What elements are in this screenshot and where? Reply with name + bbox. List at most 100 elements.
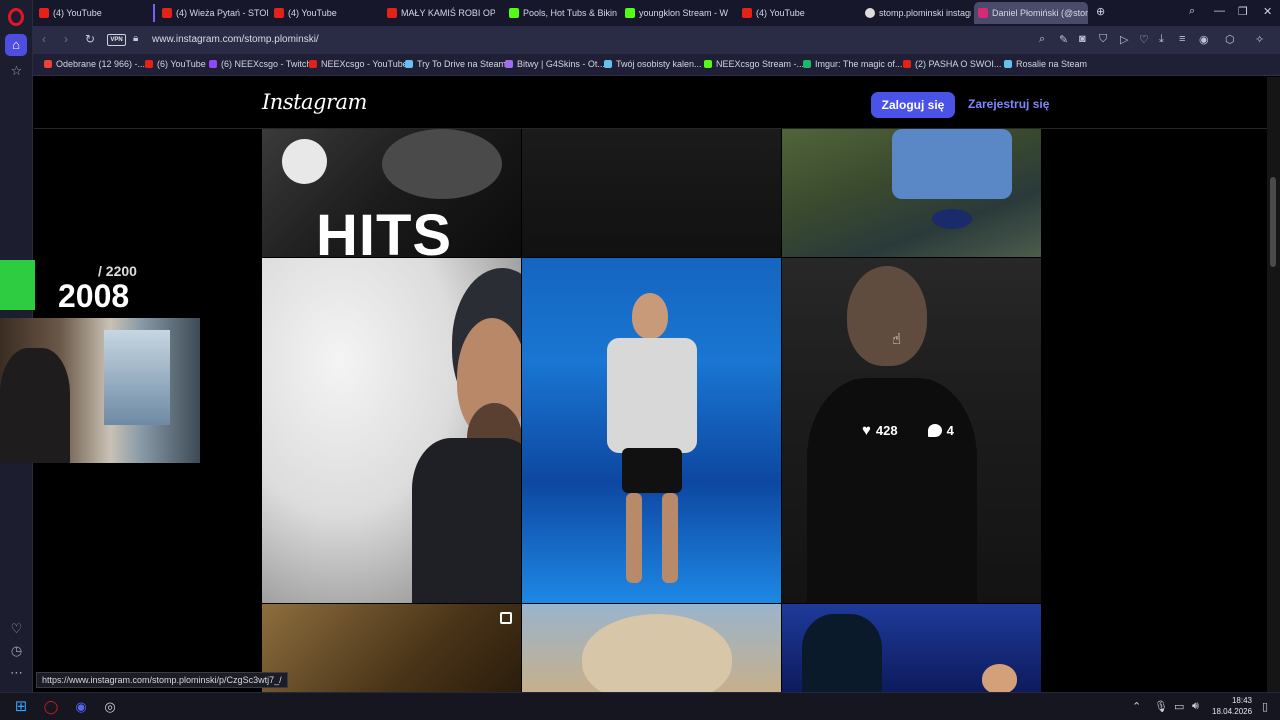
profile-icon[interactable]: ◉ xyxy=(1199,33,1209,46)
app-icon[interactable]: ◎ xyxy=(101,698,119,716)
tab-label: (4) YouTube xyxy=(756,8,805,18)
microphone-icon[interactable]: 🎙︎ xyxy=(1154,700,1168,713)
bookmark[interactable]: NEEXcsgo - YouTube xyxy=(309,59,408,69)
counter-logo xyxy=(0,260,35,310)
g4skins-icon xyxy=(505,60,513,68)
bookmark[interactable]: (2) PASHA O SWOI... xyxy=(903,59,1001,69)
windows-start-icon[interactable]: ⊞ xyxy=(12,698,30,716)
history-icon[interactable]: ◷ xyxy=(8,642,25,659)
play-icon[interactable]: ▷ xyxy=(1120,33,1128,46)
download-icon[interactable]: ⤓ xyxy=(1159,33,1164,46)
post-thumbnail[interactable] xyxy=(522,129,781,257)
kick-icon xyxy=(509,8,519,18)
search-icon[interactable]: ⌕ xyxy=(1189,5,1195,18)
ai-icon[interactable]: ✧ xyxy=(1255,33,1264,46)
bookmark[interactable]: Try To Drive na Steam xyxy=(405,59,506,69)
youtube-icon xyxy=(387,8,397,18)
url-input[interactable]: www.instagram.com/stomp.plominski/ xyxy=(152,34,319,45)
heart-outline-icon[interactable]: ♡ xyxy=(1139,33,1149,46)
post-thumbnail-hovered[interactable]: ♥ 428 4 ☝ xyxy=(782,258,1041,603)
volume-icon[interactable]: 🔊︎ xyxy=(1192,700,1199,713)
comment-icon xyxy=(927,424,942,437)
minimize-icon[interactable]: — xyxy=(1214,5,1225,17)
scroll-thumb[interactable] xyxy=(1270,177,1276,267)
tab-active[interactable]: Daniel Płomiński (@stomp xyxy=(974,2,1088,24)
bookmark[interactable]: Odebrane (12 966) -... xyxy=(44,59,145,69)
opera-logo-icon[interactable] xyxy=(8,8,24,26)
tab-label: stomp.plominski instagra xyxy=(879,8,971,18)
bookmark[interactable]: Imgur: The magic of... xyxy=(803,59,902,69)
post-thumbnail[interactable] xyxy=(262,604,521,692)
tab[interactable]: youngklon Stream - W xyxy=(621,2,733,24)
bookmark[interactable]: Bitwy | G4Skins - Ot... xyxy=(505,59,605,69)
tab[interactable]: MAŁY KAMIŚ ROBI OPEN xyxy=(383,2,495,24)
camera-icon[interactable]: ◙ xyxy=(1079,33,1086,45)
extensions-icon[interactable]: ⬡ xyxy=(1225,33,1235,46)
youtube-icon xyxy=(742,8,752,18)
bookmark[interactable]: (6) YouTube xyxy=(145,59,206,69)
bookmark[interactable]: Twój osobisty kalen... xyxy=(604,59,702,69)
shorts-shape xyxy=(622,448,682,493)
youtube-icon xyxy=(39,8,49,18)
tab-label: youngklon Stream - W xyxy=(639,8,729,18)
post-thumbnail[interactable] xyxy=(262,258,521,603)
face-shape xyxy=(632,293,668,339)
hoodie-shape xyxy=(412,438,521,603)
youtube-icon xyxy=(309,60,317,68)
post-thumbnail[interactable] xyxy=(782,604,1041,692)
gmail-icon xyxy=(44,60,52,68)
kick-icon xyxy=(625,8,635,18)
likes-stat: ♥ 428 xyxy=(862,422,898,439)
reload-icon[interactable]: ↻ xyxy=(85,32,95,46)
discord-icon[interactable]: ◉ xyxy=(72,698,90,716)
zoom-icon[interactable]: ⌕ xyxy=(1039,33,1045,46)
forward-icon[interactable]: › xyxy=(64,32,68,46)
post-thumbnail[interactable] xyxy=(522,604,781,692)
close-icon[interactable]: ✕ xyxy=(1263,5,1272,18)
webcam-feed xyxy=(0,318,200,463)
taskbar-clock[interactable]: 18:43 18.04.2026 xyxy=(1212,695,1252,717)
lock-icon[interactable]: 🔒︎ xyxy=(133,33,138,44)
post-thumbnail[interactable]: HITS xyxy=(262,129,521,257)
home-icon[interactable]: ⌂ xyxy=(5,34,27,56)
youtube-icon xyxy=(903,60,911,68)
shield-icon[interactable]: ⛉ xyxy=(1099,33,1107,46)
opera-icon[interactable]: ◯ xyxy=(42,698,60,716)
tree-shape xyxy=(802,614,882,692)
signup-link[interactable]: Zarejestruj się xyxy=(968,97,1049,111)
more-icon[interactable]: ⋯ xyxy=(8,664,25,681)
heart-icon[interactable]: ♡ xyxy=(8,620,25,637)
tab[interactable]: (4) YouTube xyxy=(738,2,850,24)
tab-label: Pools, Hot Tubs & Bikinis xyxy=(523,8,617,18)
instagram-logo[interactable]: Instagram xyxy=(262,90,367,114)
chevron-up-icon[interactable]: ⌃ xyxy=(1132,700,1141,713)
post-thumbnail[interactable] xyxy=(782,129,1041,257)
page-scrollbar[interactable] xyxy=(1267,77,1280,692)
bookmark[interactable]: Rosalie na Steam xyxy=(1004,59,1087,69)
network-icon[interactable]: ▭ xyxy=(1174,700,1184,713)
bookmark[interactable]: NEEXcsgo Stream -... xyxy=(704,59,804,69)
face-shape xyxy=(582,614,732,692)
tab[interactable]: Pools, Hot Tubs & Bikinis xyxy=(505,2,617,24)
tab[interactable]: (4) Wieża Pytań - STOMP xyxy=(158,2,268,24)
back-icon[interactable]: ‹ xyxy=(42,32,46,46)
leg-shape xyxy=(626,493,642,583)
vpn-badge[interactable]: VPN xyxy=(107,34,126,46)
edit-icon[interactable]: ✎ xyxy=(1059,33,1068,46)
tab[interactable]: (4) YouTube xyxy=(35,2,150,24)
star-icon[interactable]: ☆ xyxy=(8,62,25,79)
new-tab-icon[interactable]: ⊕ xyxy=(1096,5,1105,18)
bookmark[interactable]: (6) NEEXcsgo - Twitch xyxy=(209,59,311,69)
login-button[interactable]: Zaloguj się xyxy=(871,92,955,118)
steam-icon xyxy=(1004,60,1012,68)
post-thumbnail[interactable] xyxy=(522,258,781,603)
notification-icon[interactable]: ▯ xyxy=(1262,700,1268,713)
twitch-icon xyxy=(209,60,217,68)
likes-count: 428 xyxy=(875,423,898,438)
tab-label: MAŁY KAMIŚ ROBI OPEN xyxy=(401,8,495,18)
maximize-icon[interactable]: ❐ xyxy=(1238,5,1248,18)
tab[interactable]: stomp.plominski instagra xyxy=(861,2,971,24)
menu-icon[interactable]: ≡ xyxy=(1179,33,1185,45)
window-view xyxy=(104,330,170,425)
tab[interactable]: (4) YouTube xyxy=(270,2,380,24)
